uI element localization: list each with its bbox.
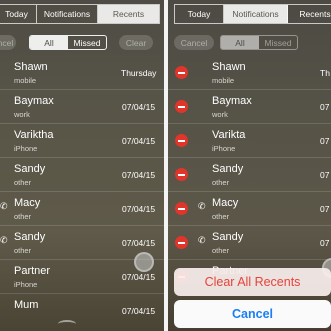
tab-notifications[interactable]: Notifications <box>224 5 288 23</box>
tab-recents[interactable]: Recents <box>288 5 331 23</box>
call-date: 07/04/15 <box>122 136 156 146</box>
tab-today[interactable]: Today <box>175 5 224 23</box>
number-type: work <box>14 110 30 119</box>
contact-name: Shawn <box>212 61 246 73</box>
number-type: other <box>14 212 32 221</box>
call-row[interactable]: Baymax work 07 <box>168 90 331 124</box>
call-date: Th <box>320 68 330 78</box>
number-type: mobile <box>14 76 37 85</box>
phone-icon: ✆ <box>198 201 206 211</box>
call-date: 07/04/15 <box>122 306 156 316</box>
contact-name: Variktha <box>14 129 54 141</box>
contact-name: Partner <box>14 265 51 277</box>
call-date: Thursday <box>121 68 157 78</box>
contact-name: Sandy <box>212 231 244 243</box>
call-row[interactable]: Mum 07/04/15 <box>0 294 164 328</box>
filter-segmented-control: All Missed <box>29 35 107 50</box>
call-row[interactable]: Sandy other 07/04/15 <box>0 158 164 192</box>
call-row[interactable]: ✆ Macy other 07 <box>168 192 331 226</box>
action-sheet-cancel-button[interactable]: Cancel <box>174 300 331 328</box>
call-date: 07 <box>320 136 330 146</box>
minus-circle-icon[interactable] <box>175 134 188 147</box>
clear-all-recents-button[interactable]: Clear All Recents <box>174 268 331 296</box>
number-type: iPhone <box>14 280 38 289</box>
call-date: 07/04/15 <box>122 170 156 180</box>
phone-icon: ✆ <box>0 201 8 211</box>
number-type: iPhone <box>212 144 236 153</box>
call-row[interactable]: Baymax work 07/04/15 <box>0 90 164 124</box>
minus-circle-icon[interactable] <box>175 66 188 79</box>
contact-name: Mum <box>14 299 39 311</box>
call-date: 07 <box>320 170 330 180</box>
call-date: 07/04/15 <box>122 102 156 112</box>
call-row[interactable]: ✆ Sandy other 07 <box>168 226 331 260</box>
call-row[interactable]: Varikta iPhone 07 <box>168 124 331 158</box>
home-indicator-icon[interactable] <box>58 320 76 328</box>
filter-all[interactable]: All <box>30 36 68 49</box>
phone-icon: ✆ <box>198 235 206 245</box>
assistive-touch-icon[interactable] <box>134 252 154 272</box>
call-row[interactable]: ✆ Macy other 07/04/15 <box>0 192 164 226</box>
filter-all[interactable]: All <box>221 36 259 49</box>
tab-bar: Today Notifications Recents <box>0 4 160 24</box>
call-row[interactable]: Shawn mobile Th <box>168 56 331 90</box>
contact-name: Baymax <box>212 95 252 107</box>
contact-name: Macy <box>212 197 239 209</box>
filter-segmented-control: All Missed <box>220 35 298 50</box>
contact-name: Shawn <box>14 61 48 73</box>
number-type: iPhone <box>14 144 38 153</box>
minus-circle-icon[interactable] <box>175 236 188 249</box>
contact-name: Sandy <box>212 163 244 175</box>
number-type: other <box>212 178 230 187</box>
call-row[interactable]: Shawn mobile Thursday <box>0 56 164 90</box>
tab-recents[interactable]: Recents <box>98 5 159 23</box>
clear-button[interactable]: Clear <box>119 35 153 50</box>
number-type: other <box>212 212 230 221</box>
number-type: mobile <box>212 76 235 85</box>
call-date: 07 <box>320 204 330 214</box>
left-screen: Today Notifications Recents Cancel All M… <box>0 0 164 331</box>
call-date: 07 <box>320 238 330 248</box>
call-date: 07/04/15 <box>122 272 156 282</box>
tab-today[interactable]: Today <box>0 5 37 23</box>
phone-icon: ✆ <box>0 235 8 245</box>
call-row[interactable]: Variktha iPhone 07/04/15 <box>0 124 164 158</box>
cancel-button[interactable]: Cancel <box>174 35 214 50</box>
call-date: 07/04/15 <box>122 204 156 214</box>
call-date: 07 <box>320 102 330 112</box>
cancel-button[interactable]: Cancel <box>0 35 16 50</box>
contact-name: Sandy <box>14 163 46 175</box>
number-type: other <box>14 178 32 187</box>
minus-circle-icon[interactable] <box>175 202 188 215</box>
number-type: other <box>212 246 230 255</box>
number-type: other <box>14 246 32 255</box>
contact-name: Sandy <box>14 231 46 243</box>
contact-name: Baymax <box>14 95 54 107</box>
call-date: 07/04/15 <box>122 238 156 248</box>
filter-missed[interactable]: Missed <box>259 36 297 49</box>
tab-notifications[interactable]: Notifications <box>37 5 98 23</box>
tab-bar: Today Notifications Recents <box>174 4 331 24</box>
contact-name: Varikta <box>212 129 246 141</box>
minus-circle-icon[interactable] <box>175 168 188 181</box>
minus-circle-icon[interactable] <box>175 100 188 113</box>
call-row[interactable]: Sandy other 07 <box>168 158 331 192</box>
contact-name: Macy <box>14 197 41 209</box>
number-type: work <box>212 110 228 119</box>
filter-missed[interactable]: Missed <box>68 36 106 49</box>
